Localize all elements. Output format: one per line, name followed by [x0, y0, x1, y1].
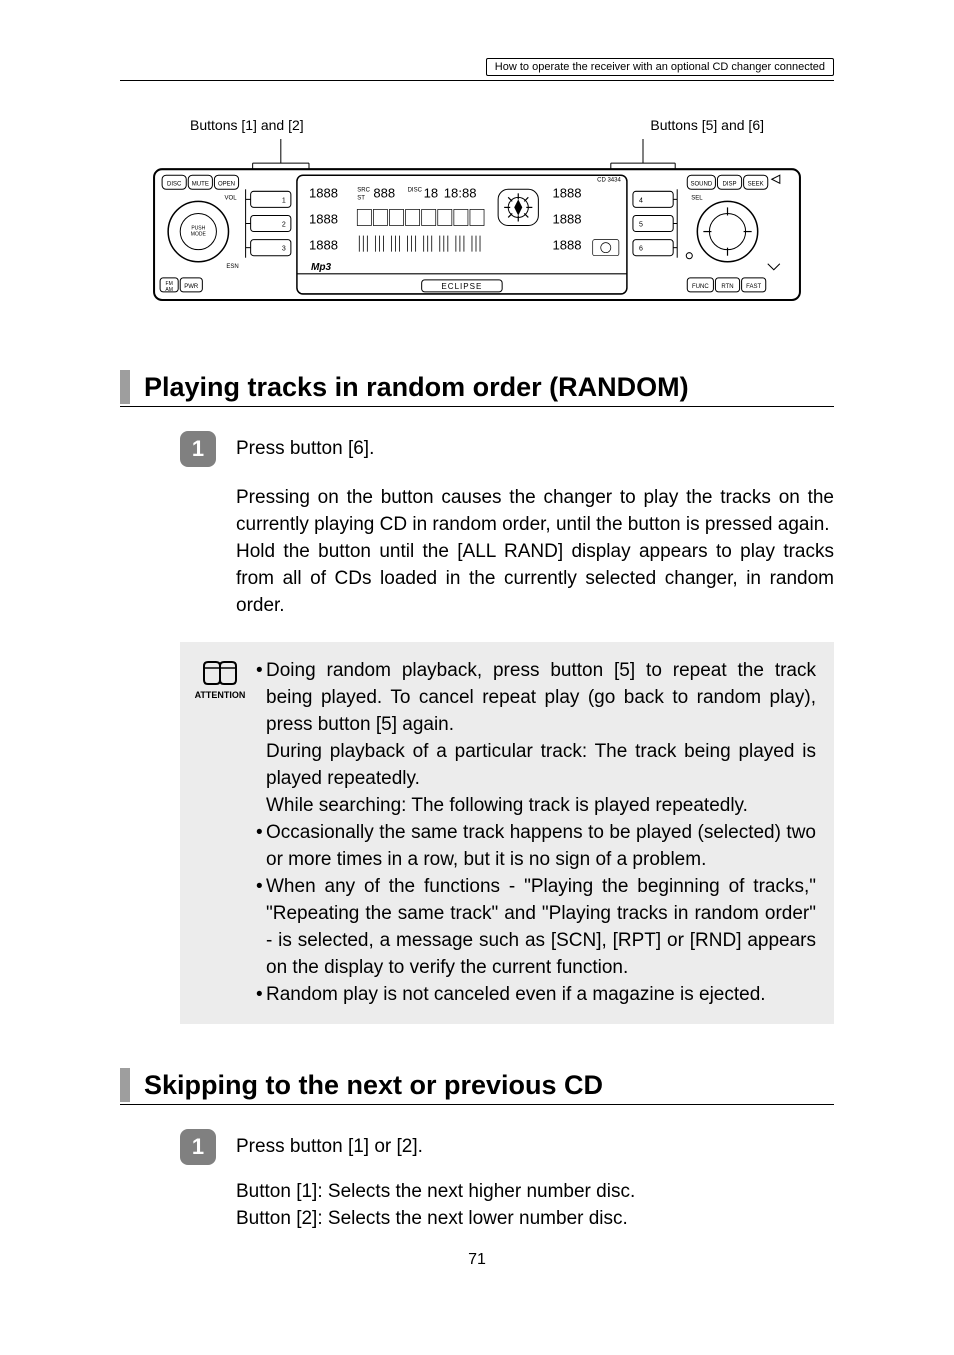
- seg3: 18: [424, 185, 439, 200]
- seg9: 1888: [552, 238, 581, 253]
- step-1-row-skip: 1 Press button [1] or [2].: [180, 1129, 834, 1165]
- step-instruction-2: Press button [1] or [2].: [236, 1136, 423, 1158]
- seg2: 888: [373, 185, 395, 200]
- breadcrumb: How to operate the receiver with an opti…: [486, 58, 834, 76]
- seg6: 1888: [309, 238, 338, 253]
- seg1: 1888: [309, 185, 338, 200]
- sound-button: SOUND: [690, 181, 712, 187]
- seg5: 1888: [309, 212, 338, 227]
- disc-label: DISC: [408, 187, 423, 193]
- num-4-button: 4: [639, 197, 643, 204]
- esn-label: ESN: [226, 264, 238, 270]
- section-random-title: Playing tracks in random order (RANDOM): [120, 370, 834, 407]
- seek-button: SEEK: [748, 181, 764, 187]
- skip-line-1: Button [1]: Selects the next higher numb…: [236, 1179, 834, 1206]
- bullet-1c: While searching: The following track is …: [256, 793, 816, 820]
- disp-button: DISP: [722, 181, 736, 187]
- src-label: SRC: [357, 187, 370, 193]
- compass-icon: [498, 189, 538, 226]
- attention-box: ATTENTION •Doing random playback, press …: [180, 642, 834, 1025]
- random-para-2: Hold the button until the [ALL RAND] dis…: [236, 539, 834, 620]
- sel-label: SEL: [691, 195, 703, 201]
- step-badge: 1: [180, 431, 216, 467]
- push-mode-label-2: MODE: [191, 232, 207, 238]
- disc-button: DISC: [167, 181, 182, 187]
- step-badge-2: 1: [180, 1129, 216, 1165]
- skip-line-2: Button [2]: Selects the next lower numbe…: [236, 1206, 834, 1233]
- section-heading-2: Skipping to the next or previous CD: [144, 1070, 603, 1101]
- callout-right: Buttons [5] and [6]: [650, 117, 764, 133]
- vol-label: VOL: [225, 195, 238, 201]
- open-button: OPEN: [218, 181, 235, 187]
- bullet-1b: During playback of a particular track: T…: [256, 739, 816, 793]
- func-button: FUNC: [692, 284, 709, 290]
- receiver-svg: DISC MUTE OPEN VOL PUSH MODE ESN FMAM PW…: [150, 139, 804, 310]
- num-2-button: 2: [282, 222, 286, 229]
- fast-button: FAST: [746, 284, 761, 290]
- bullet-2: Occasionally the same track happens to b…: [266, 820, 816, 874]
- cd-label: CD 3434: [597, 177, 621, 183]
- am-label: AM: [165, 287, 173, 293]
- section-marker-icon: [120, 1068, 130, 1102]
- callout-left: Buttons [1] and [2]: [190, 117, 304, 133]
- bullet-1: Doing random playback, press button [5] …: [266, 658, 816, 739]
- bullet-3: When any of the functions - "Playing the…: [266, 874, 816, 982]
- mute-button: MUTE: [192, 181, 209, 187]
- num-1-button: 1: [282, 197, 286, 204]
- step-1-row: 1 Press button [6].: [180, 431, 834, 467]
- attention-body: •Doing random playback, press button [5]…: [248, 658, 816, 1009]
- num-3-button: 3: [282, 246, 286, 253]
- eclipse-label: ECLIPSE: [441, 282, 482, 291]
- pwr-button: PWR: [184, 284, 199, 290]
- random-para-1: Pressing on the button causes the change…: [236, 485, 834, 539]
- receiver-diagram: DISC MUTE OPEN VOL PUSH MODE ESN FMAM PW…: [150, 139, 804, 310]
- st-label: ST: [357, 195, 365, 201]
- section-heading: Playing tracks in random order (RANDOM): [144, 372, 689, 403]
- step-instruction: Press button [6].: [236, 438, 374, 460]
- rtn-button: RTN: [721, 284, 733, 290]
- num-5-button: 5: [639, 222, 643, 229]
- attention-label: ATTENTION: [195, 690, 246, 700]
- seg7: 1888: [552, 185, 581, 200]
- seg8: 1888: [552, 212, 581, 227]
- mp3-label: Mp3: [311, 262, 332, 273]
- page-number: 71: [0, 1251, 954, 1269]
- header-bar: How to operate the receiver with an opti…: [120, 58, 834, 81]
- num-6-button: 6: [639, 246, 643, 253]
- section-marker-icon: [120, 370, 130, 404]
- seg4: 18:88: [444, 185, 477, 200]
- section-skip-title: Skipping to the next or previous CD: [120, 1068, 834, 1105]
- diagram-callouts: Buttons [1] and [2] Buttons [5] and [6]: [190, 117, 764, 133]
- attention-icon: [200, 658, 240, 688]
- bullet-4: Random play is not canceled even if a ma…: [266, 982, 816, 1009]
